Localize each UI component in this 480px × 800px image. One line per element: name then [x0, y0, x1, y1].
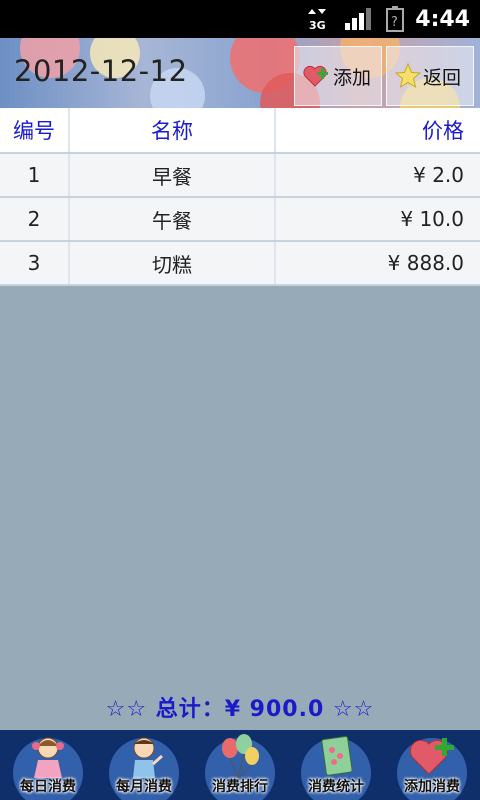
nav-add-expense[interactable]: 添加消费	[384, 730, 480, 800]
row-number: 3	[0, 242, 70, 284]
boy-icon	[133, 737, 163, 778]
table-row[interactable]: 1 早餐 ¥ 2.0	[0, 154, 480, 198]
status-bar: 3G ? 4:44	[0, 0, 480, 38]
battery-unknown-icon: ?	[386, 0, 408, 38]
row-price: ¥ 2.0	[413, 163, 464, 187]
nav-add-expense-label: 添加消费	[404, 779, 460, 795]
balloons-icon	[222, 734, 259, 779]
svg-text:?: ?	[391, 15, 398, 30]
signal-strength-icon	[344, 0, 374, 38]
row-price: ¥ 10.0	[400, 207, 464, 231]
nav-expense-statistics-label: 消费统计	[308, 779, 364, 795]
bottom-nav: 每日消费 每月消费 消费排行 消费统计 添加消费	[0, 730, 480, 800]
table-header-row: 编号 名称 价格	[0, 108, 480, 154]
add-button-label: 添加	[333, 66, 372, 89]
row-name: 午餐	[70, 198, 276, 240]
heart-plus-icon	[409, 738, 454, 775]
star-icon	[395, 63, 421, 89]
expense-table: 编号 名称 价格 1 早餐 ¥ 2.0 2 午餐 ¥ 10.0 3 切糕 ¥ 8…	[0, 108, 480, 286]
back-button[interactable]: 返回	[386, 46, 474, 106]
nav-daily-expense[interactable]: 每日消费	[0, 730, 96, 800]
nav-daily-expense-label: 每日消费	[20, 779, 76, 795]
nav-expense-statistics[interactable]: 消费统计	[288, 730, 384, 800]
nav-monthly-expense[interactable]: 每月消费	[96, 730, 192, 800]
row-number: 2	[0, 198, 70, 240]
nav-monthly-expense-label: 每月消费	[116, 779, 172, 795]
notebook-icon	[321, 735, 353, 776]
clock: 4:44	[415, 6, 470, 32]
table-row[interactable]: 3 切糕 ¥ 888.0	[0, 242, 480, 286]
nav-expense-ranking[interactable]: 消费排行	[192, 730, 288, 800]
date-title: 2012-12-12	[14, 54, 188, 88]
svg-text:3G: 3G	[309, 19, 326, 31]
table-row[interactable]: 2 午餐 ¥ 10.0	[0, 198, 480, 242]
header-bar: 2012-12-12 添加 返回	[0, 38, 480, 108]
back-button-label: 返回	[423, 66, 462, 89]
row-name: 切糕	[70, 242, 276, 284]
heart-plus-icon	[303, 65, 328, 87]
add-button[interactable]: 添加	[294, 46, 382, 106]
column-header-number: 编号	[0, 108, 70, 152]
column-header-name: 名称	[70, 108, 276, 152]
row-number: 1	[0, 154, 70, 196]
row-price: ¥ 888.0	[387, 251, 464, 275]
column-header-price: 价格	[422, 119, 464, 143]
network-3g-icon: 3G	[308, 0, 332, 38]
nav-expense-ranking-label: 消费排行	[212, 779, 268, 795]
girl-icon	[32, 737, 64, 778]
total-summary: ☆☆ 总计：¥ 900.0 ☆☆	[105, 697, 375, 722]
row-name: 早餐	[70, 154, 276, 196]
